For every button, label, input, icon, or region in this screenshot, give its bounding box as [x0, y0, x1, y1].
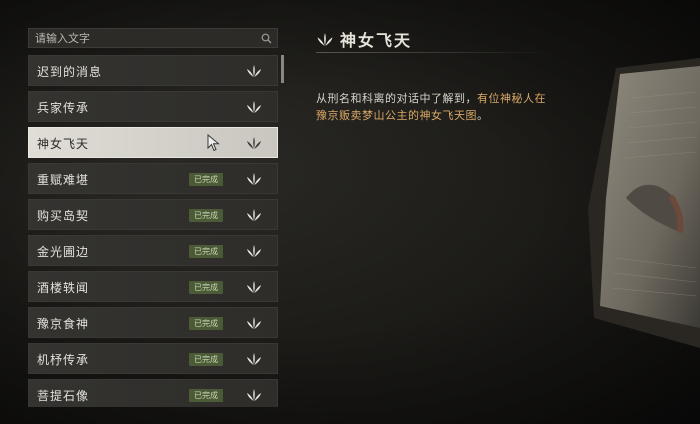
quest-list: 迟到的消息 兵家传承 神女飞天 重赋难堪 已完成 购买岛契 已完成 金光圃边 已…: [28, 55, 278, 407]
desc-text: 。: [477, 109, 489, 122]
desc-highlight: 有位神秘人在: [477, 92, 546, 105]
search-icon[interactable]: [255, 29, 277, 47]
search-box[interactable]: [28, 28, 278, 48]
quest-item-selected[interactable]: 神女飞天: [28, 127, 278, 158]
quest-name: 重赋难堪: [37, 173, 90, 187]
desc-highlight: 豫京贩卖梦山公主的神女飞天图: [316, 109, 477, 122]
leaf-icon: [247, 101, 261, 113]
quest-name: 购买岛契: [37, 209, 90, 223]
quest-item[interactable]: 兵家传承: [28, 91, 278, 122]
leaf-icon: [247, 281, 261, 293]
quest-item[interactable]: 购买岛契 已完成: [28, 199, 278, 230]
quest-name: 机杼传承: [37, 353, 90, 367]
leaf-icon: [247, 65, 261, 77]
quest-item[interactable]: 重赋难堪 已完成: [28, 163, 278, 194]
quest-name: 兵家传承: [37, 101, 90, 115]
detail-header: 神女飞天: [316, 24, 556, 54]
quest-name: 酒楼轶闻: [37, 281, 90, 295]
quest-title: 神女飞天: [340, 31, 413, 50]
quest-name: 神女飞天: [37, 137, 90, 151]
quest-item[interactable]: 酒楼轶闻 已完成: [28, 271, 278, 302]
leaf-icon: [247, 137, 261, 149]
quest-name: 菩提石像: [37, 389, 90, 403]
completed-badge: 已完成: [189, 353, 223, 366]
completed-badge: 已完成: [189, 173, 223, 186]
leaf-icon: [247, 389, 261, 401]
mouse-cursor-icon: [207, 134, 220, 152]
leaf-icon: [247, 209, 261, 221]
desc-text: 从刑名和科离的对话中了解到，: [316, 92, 477, 105]
completed-badge: 已完成: [189, 317, 223, 330]
leaf-icon: [317, 33, 333, 46]
quest-item[interactable]: 迟到的消息: [28, 55, 278, 86]
list-scrollbar[interactable]: [281, 55, 284, 83]
leaf-icon: [247, 173, 261, 185]
quest-name: 豫京食神: [37, 317, 90, 331]
quest-name: 迟到的消息: [37, 65, 103, 79]
quest-item[interactable]: 金光圃边 已完成: [28, 235, 278, 266]
leaf-icon: [247, 245, 261, 257]
search-input[interactable]: [35, 30, 255, 46]
quest-item[interactable]: 机杼传承 已完成: [28, 343, 278, 374]
quest-name: 金光圃边: [37, 245, 90, 259]
leaf-icon: [247, 317, 261, 329]
completed-badge: 已完成: [189, 389, 223, 402]
completed-badge: 已完成: [189, 281, 223, 294]
quest-description: 从刑名和科离的对话中了解到，有位神秘人在 豫京贩卖梦山公主的神女飞天图。: [316, 90, 586, 124]
completed-badge: 已完成: [189, 245, 223, 258]
leaf-icon: [247, 353, 261, 365]
completed-badge: 已完成: [189, 209, 223, 222]
title-divider: [316, 52, 552, 53]
quest-item[interactable]: 菩提石像 已完成: [28, 379, 278, 407]
quest-item[interactable]: 豫京食神 已完成: [28, 307, 278, 338]
book-illustration: [588, 58, 700, 348]
